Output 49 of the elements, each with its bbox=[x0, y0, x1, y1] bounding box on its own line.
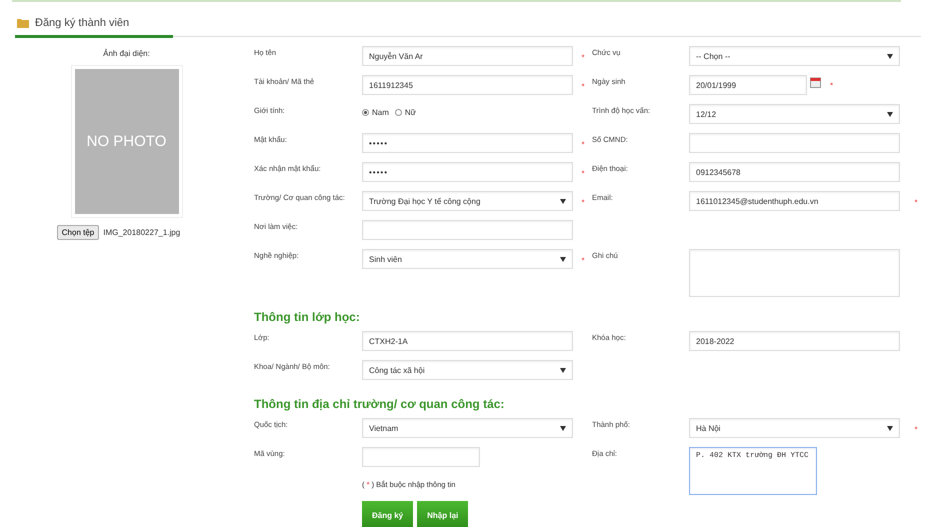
input-field[interactable]: 1611912345 bbox=[362, 75, 573, 95]
input-field[interactable]: CTXH2-1A bbox=[362, 331, 573, 351]
required-mark: * bbox=[830, 81, 834, 90]
select-field[interactable]: Hà Nội bbox=[689, 418, 900, 438]
folder-icon bbox=[17, 18, 29, 28]
required-mark: * bbox=[581, 169, 585, 180]
required-mark: * bbox=[581, 53, 585, 64]
select-field[interactable]: Trường Đại học Y tế công cộng bbox=[362, 191, 573, 211]
caret-icon bbox=[560, 368, 566, 372]
required-mark: * bbox=[581, 256, 585, 267]
select-field[interactable]: -- Chọn -- bbox=[689, 46, 900, 66]
caret-icon bbox=[560, 426, 566, 430]
input-field[interactable]: ••••• bbox=[362, 133, 573, 153]
textarea-field[interactable] bbox=[689, 249, 900, 297]
select-field[interactable]: Công tác xã hội bbox=[362, 360, 573, 380]
input-field[interactable]: Nguyễn Văn Ar bbox=[362, 46, 573, 66]
caret-icon bbox=[560, 256, 566, 262]
input-field[interactable] bbox=[689, 133, 900, 153]
required-mark: * bbox=[581, 198, 585, 209]
required-mark: * bbox=[581, 82, 585, 93]
input-field[interactable]: 2018-2022 bbox=[689, 331, 900, 351]
calendar-icon[interactable] bbox=[810, 77, 821, 88]
section-heading: Thông tin lớp học: bbox=[254, 309, 361, 326]
page-title: Đăng ký thành viên bbox=[35, 17, 130, 29]
radio-button[interactable] bbox=[394, 109, 402, 116]
avatar-label: Ảnh đại diện: bbox=[103, 49, 150, 58]
required-mark: * bbox=[914, 198, 918, 209]
radio-label: Nam bbox=[372, 108, 389, 117]
input-field[interactable] bbox=[362, 220, 573, 240]
radio-button[interactable] bbox=[362, 109, 369, 116]
radio-label: Nữ bbox=[404, 108, 416, 117]
caret-icon bbox=[560, 198, 566, 204]
required-mark: * bbox=[581, 140, 585, 151]
file-name: IMG_20180227_1.jpg bbox=[103, 228, 180, 237]
caret-icon bbox=[887, 112, 893, 116]
no-photo-text: NO PHOTO bbox=[86, 133, 166, 150]
select-field[interactable]: Vietnam bbox=[362, 418, 573, 438]
input-field[interactable]: 0912345678 bbox=[689, 162, 900, 182]
choose-file-button[interactable]: Chọn tệp bbox=[56, 225, 100, 240]
input-field[interactable]: ••••• bbox=[362, 162, 573, 182]
input-field[interactable]: 1611012345@studenthuph.edu.vn bbox=[689, 191, 900, 211]
section-heading: Thông tin địa chỉ trường/ cơ quan công tác: bbox=[254, 396, 506, 413]
select-field[interactable]: Sinh viên bbox=[362, 249, 573, 269]
date-field[interactable]: 20/01/1999 bbox=[689, 75, 807, 95]
input-field[interactable] bbox=[362, 447, 480, 467]
select-field[interactable]: 12/12 bbox=[689, 104, 900, 124]
caret-icon bbox=[887, 54, 893, 58]
caret-icon bbox=[887, 426, 893, 430]
required-mark: * bbox=[914, 425, 918, 436]
